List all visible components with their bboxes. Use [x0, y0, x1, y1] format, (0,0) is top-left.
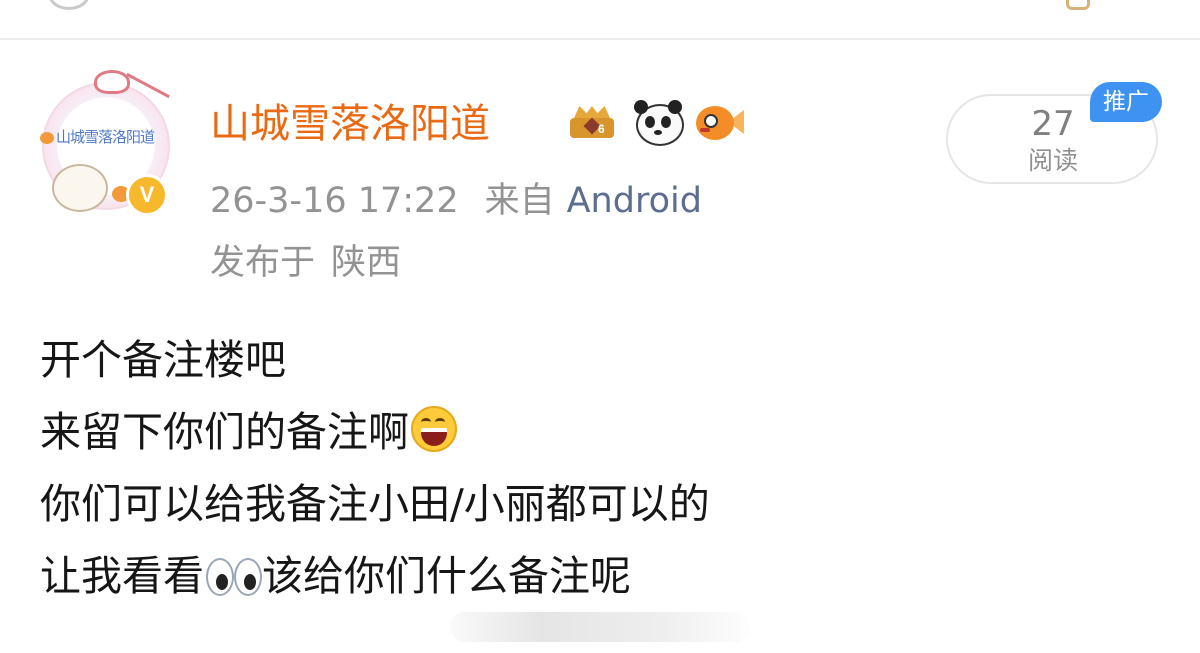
read-label: 阅读: [1027, 146, 1078, 175]
goldfish-icon[interactable]: [692, 100, 744, 144]
bow-icon: [94, 70, 130, 94]
persimmon-icon: [40, 132, 54, 144]
content-text: 开个备注楼吧: [40, 336, 286, 384]
post-location: 发布于 陕西: [210, 240, 401, 286]
content-line: 来留下你们的备注啊: [40, 396, 710, 468]
divider: [0, 38, 1200, 40]
content-text: 你们可以给我备注小田/小丽都可以的: [40, 480, 710, 528]
crown-icon[interactable]: 6: [566, 100, 618, 144]
content-line: 你们可以给我备注小田/小丽都可以的: [40, 468, 710, 540]
top-bar: [0, 0, 1200, 38]
back-icon[interactable]: [48, 0, 90, 10]
source-device[interactable]: Android: [567, 181, 702, 221]
animal-illustration: [52, 164, 108, 212]
blurred-watermark: [450, 612, 750, 642]
post-content: 开个备注楼吧 来留下你们的备注啊 你们可以给我备注小田/小丽都可以的 让我看看 该…: [40, 324, 710, 612]
location-prefix: 发布于: [210, 243, 316, 283]
eyes-emoji-icon: [206, 556, 262, 596]
post-meta: 26-3-16 17:22 来自 Android: [210, 178, 702, 224]
content-line: 开个备注楼吧: [40, 324, 710, 396]
content-text: 该给你们什么备注呢: [262, 552, 631, 600]
more-icon[interactable]: [1066, 0, 1090, 10]
promote-tag[interactable]: 推广: [1090, 82, 1162, 122]
username[interactable]: 山城雪落洛阳道: [210, 98, 490, 150]
laughing-emoji-icon: [411, 406, 457, 452]
avatar-text: 山城雪落洛阳道: [56, 128, 155, 146]
content-text: 让我看看: [40, 552, 204, 600]
location-name: 陕西: [331, 243, 402, 283]
panda-icon[interactable]: [632, 100, 684, 146]
verified-badge-icon: V: [126, 174, 168, 216]
content-text: 来留下你们的备注啊: [40, 408, 409, 456]
crown-level: 6: [598, 122, 605, 136]
content-line: 让我看看 该给你们什么备注呢: [40, 540, 710, 612]
post-timestamp: 26-3-16 17:22: [210, 181, 459, 221]
source-prefix: 来自: [484, 181, 555, 221]
